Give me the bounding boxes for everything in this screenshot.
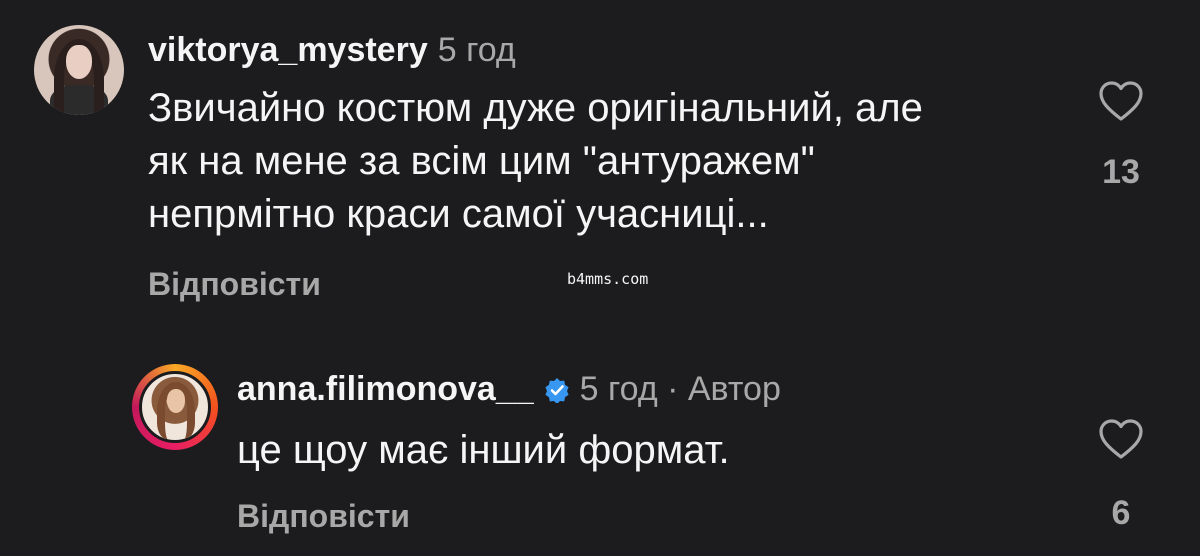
comment-text: Звичайно костюм дуже оригінальний, але я… (148, 82, 923, 241)
reply-button[interactable]: Відповісти (237, 498, 410, 535)
comment-header: anna.filimonova__ 5 год · Автор (237, 369, 781, 409)
like-count: 13 (1102, 153, 1140, 191)
watermark: b4mms.com (567, 270, 649, 288)
comment-meta: 5 год · Автор (579, 370, 781, 408)
comment-username[interactable]: viktorya_mystery (148, 31, 428, 69)
comment-text-line: Звичайно костюм дуже оригінальний, але (148, 86, 923, 130)
heart-outline-icon[interactable] (1098, 80, 1144, 122)
comment-header: viktorya_mystery 5 год (148, 30, 516, 70)
reply-button[interactable]: Відповісти (148, 266, 321, 303)
comment-username[interactable]: anna.filimonova__ (237, 370, 534, 408)
like-count: 6 (1111, 494, 1131, 532)
avatar[interactable] (34, 25, 124, 115)
story-ring[interactable] (132, 364, 218, 450)
comment-text-line: непрмітно краси самої учасниці... (148, 192, 769, 236)
avatar (139, 371, 211, 443)
comment-text: це щоу має інший формат. (237, 428, 730, 472)
comment-text-line: як на мене за всім цим "антуражем" (148, 139, 815, 183)
comment-time: 5 год (437, 31, 516, 69)
heart-outline-icon[interactable] (1098, 418, 1144, 460)
verified-badge-icon (545, 378, 569, 403)
